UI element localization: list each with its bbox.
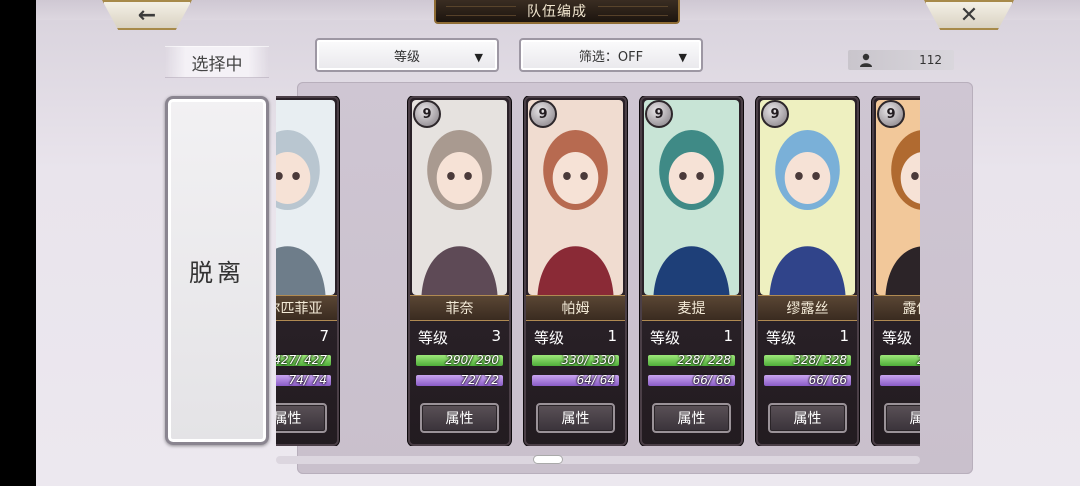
character-portrait	[528, 100, 623, 295]
level-label: 等级	[418, 329, 449, 347]
level-label: 等级	[882, 329, 913, 347]
character-portrait	[644, 100, 739, 295]
character-stats: 等级 1 328/ 328 66/ 66 属性	[758, 321, 857, 444]
attributes-button[interactable]: 属性	[768, 403, 847, 433]
title-ornament-right	[598, 6, 668, 16]
character-count: 112	[848, 50, 954, 70]
character-portrait	[876, 100, 920, 295]
level-value: 1	[839, 327, 849, 345]
hp-bar: 228/ 228	[648, 354, 735, 366]
scrollbar-thumb[interactable]	[533, 455, 563, 464]
close-button[interactable]: ✕	[924, 0, 1014, 30]
rank-badge-icon: 9	[877, 100, 905, 128]
level-value: 3	[491, 327, 501, 345]
remove-member-button[interactable]: 脱离	[165, 96, 269, 445]
character-portrait	[412, 100, 507, 295]
mp-bar: 66/ 66	[764, 374, 851, 386]
sort-dropdown-label: 等级	[393, 49, 420, 65]
filter-dropdown-label: 筛选：OFF	[578, 49, 644, 65]
character-name: 菲奈	[410, 295, 509, 321]
mp-bar: 60/ 6	[880, 375, 920, 386]
level-value: 1	[723, 327, 733, 345]
filter-dropdown[interactable]: 筛选：OFF ▼	[519, 38, 703, 72]
character-card[interactable]: 9海尔匹菲亚等级7427/ 42774/ 74属性	[276, 96, 339, 446]
character-stats: 等级7 427/ 427 74/ 74 属性	[276, 321, 337, 444]
character-card[interactable]: 9 露伊娜等级1 232/ 23 60/ 6 属性	[872, 96, 920, 446]
level-row: 等级 1	[650, 327, 733, 347]
character-name: 露伊娜	[874, 295, 920, 321]
selected-label: 选择中	[165, 46, 269, 78]
rank-badge-icon: 9	[761, 100, 789, 128]
chevron-down-icon: ▼	[474, 51, 483, 64]
character-count-value: 112	[919, 53, 942, 67]
back-button[interactable]: ←	[102, 0, 192, 30]
hp-bar: 290/ 290	[416, 354, 503, 366]
character-stats: 等级 1 228/ 228 66/ 66 属性	[642, 321, 741, 444]
hp-bar: 330/ 330	[532, 354, 619, 366]
character-card[interactable]: 9 菲奈等级 3 290/ 290 72/ 72 属性	[408, 96, 511, 446]
character-portrait	[276, 100, 335, 295]
remove-label: 脱离	[189, 259, 245, 287]
title-ornament-left	[446, 6, 516, 16]
character-card[interactable]: 9 麦提等级 1 228/ 228 66/ 66 属性	[640, 96, 743, 446]
character-card-list[interactable]: 9海尔匹菲亚等级7427/ 42774/ 74属性9菲奈等级3290/ 2907…	[276, 96, 920, 446]
mp-bar: 72/ 72	[416, 374, 503, 386]
close-icon: ✕	[959, 2, 979, 28]
hp-bar: 427/ 427	[276, 354, 331, 366]
level-row: 等级7	[276, 327, 329, 347]
character-stats: 等级 1 330/ 330 64/ 64 属性	[526, 321, 625, 444]
attributes-button[interactable]: 属性	[420, 403, 499, 433]
level-value: 1	[607, 327, 617, 345]
chevron-down-icon: ▼	[678, 51, 687, 64]
character-stats: 等级 3 290/ 290 72/ 72 属性	[410, 321, 509, 444]
rank-badge-icon: 9	[645, 100, 673, 128]
sort-dropdown[interactable]: 等级 ▼	[315, 38, 499, 72]
character-name: 海尔匹菲亚	[276, 295, 337, 321]
level-row: 等级1	[882, 327, 920, 347]
hp-bar: 328/ 328	[764, 354, 851, 366]
level-label: 等级	[534, 329, 565, 347]
hp-bar: 232/ 23	[880, 354, 920, 366]
character-card[interactable]: 9 缪露丝等级 1 328/ 328 66/ 66 属性	[756, 96, 859, 446]
level-label: 等级	[766, 329, 797, 347]
system-edge	[0, 0, 36, 486]
attributes-button[interactable]: 属性	[536, 403, 615, 433]
character-name: 麦提	[642, 295, 741, 321]
rank-badge-icon: 9	[529, 100, 557, 128]
page-title: 队伍编成	[527, 4, 587, 20]
page-title-plate: 队伍编成	[434, 0, 680, 24]
character-portrait	[760, 100, 855, 295]
level-row: 等级 1	[766, 327, 849, 347]
level-value: 7	[319, 327, 329, 345]
scrollbar-track[interactable]	[276, 456, 920, 464]
mp-bar: 74/ 74	[276, 374, 331, 386]
attributes-button[interactable]: 属性	[652, 403, 731, 433]
level-row: 等级 3	[418, 327, 501, 347]
rank-badge-icon: 9	[413, 100, 441, 128]
back-arrow-icon: ←	[137, 2, 157, 28]
attributes-button[interactable]: 属性	[276, 403, 327, 433]
level-label: 等级	[650, 329, 681, 347]
mp-bar: 64/ 64	[532, 374, 619, 386]
user-icon	[860, 53, 872, 67]
level-row: 等级 1	[534, 327, 617, 347]
character-name: 缪露丝	[758, 295, 857, 321]
attributes-button[interactable]: 属性	[884, 403, 920, 433]
mp-bar: 66/ 66	[648, 374, 735, 386]
character-name: 帕姆	[526, 295, 625, 321]
character-card[interactable]: 9 帕姆等级 1 330/ 330 64/ 64 属性	[524, 96, 627, 446]
character-stats: 等级1 232/ 23 60/ 6 属性	[874, 321, 920, 444]
